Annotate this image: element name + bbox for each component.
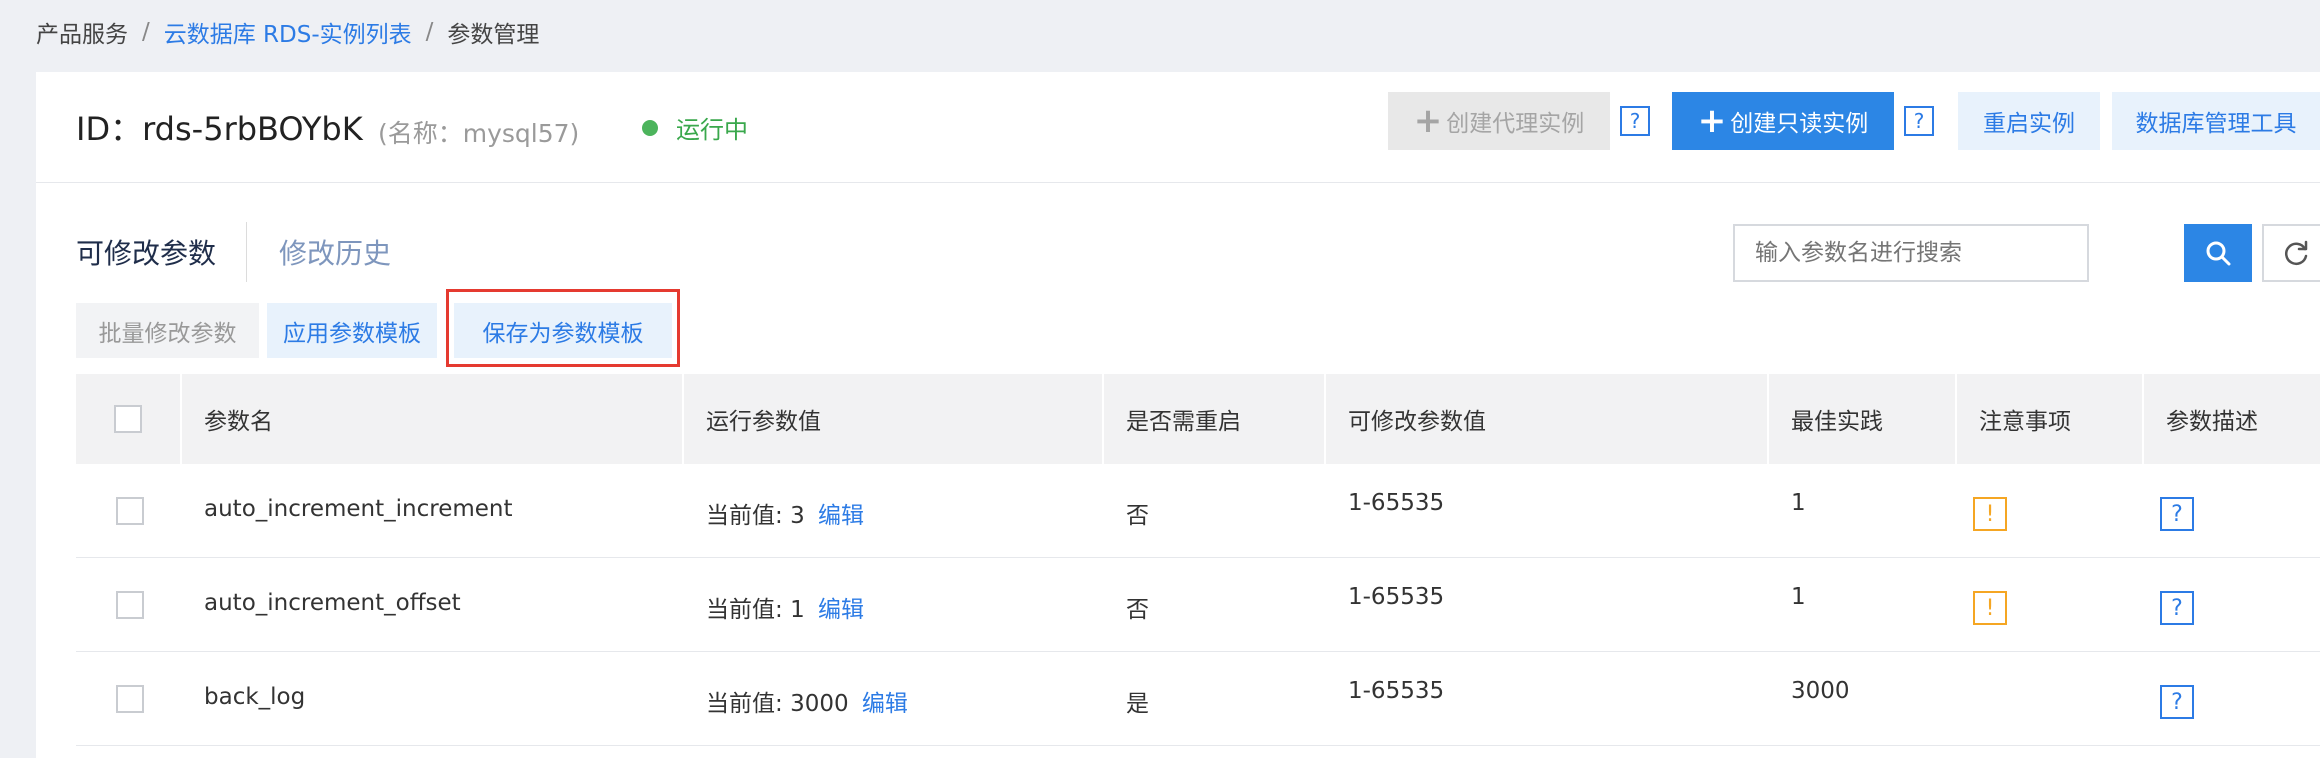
need-restart-value: 是 xyxy=(1126,691,1149,717)
apply-param-template-button[interactable]: 应用参数模板 xyxy=(267,303,437,358)
instance-name: (名称：mysql57) xyxy=(378,119,580,148)
best-practice-value: 1 xyxy=(1791,490,1806,516)
breadcrumb-separator: / xyxy=(425,19,434,45)
plus-icon: + xyxy=(1697,101,1727,141)
col-notice: 注意事项 xyxy=(1957,374,2144,464)
help-icon[interactable]: ? xyxy=(2160,685,2194,719)
run-value: 当前值: 3000 编辑 xyxy=(706,684,908,718)
db-management-tool-button[interactable]: 数据库管理工具 xyxy=(2112,92,2320,150)
param-search-input[interactable] xyxy=(1733,224,2089,282)
param-name: back_log xyxy=(204,684,306,710)
param-name: auto_increment_increment xyxy=(204,496,513,522)
instance-header: ID：rds-5rbBOYbK (名称：mysql57) 运行中 + 创建代理实… xyxy=(36,72,2320,183)
tab-editable-params[interactable]: 可修改参数 xyxy=(76,232,216,272)
help-icon[interactable]: ? xyxy=(2160,591,2194,625)
plus-icon: + xyxy=(1413,101,1443,141)
best-practice-value: 3000 xyxy=(1791,678,1850,704)
editable-range-value: 1-65535 xyxy=(1348,490,1445,516)
col-description: 参数描述 xyxy=(2166,409,2258,435)
tab-modify-history[interactable]: 修改历史 xyxy=(279,232,391,272)
select-all-checkbox[interactable] xyxy=(114,405,142,433)
run-value: 当前值: 3 编辑 xyxy=(706,496,864,530)
create-readonly-help-icon[interactable]: ? xyxy=(1904,106,1934,136)
editable-range-value: 1-65535 xyxy=(1348,678,1445,704)
batch-edit-params-button[interactable]: 批量修改参数 xyxy=(76,303,259,358)
breadcrumb: 产品服务 / 云数据库 RDS-实例列表 / 参数管理 xyxy=(36,14,539,50)
col-best-practice: 最佳实践 xyxy=(1769,374,1957,464)
col-need-restart: 是否需重启 xyxy=(1104,374,1326,464)
create-readonly-button[interactable]: + 创建只读实例 xyxy=(1672,92,1894,150)
search-icon xyxy=(2206,241,2231,266)
table-row: auto_increment_offset 当前值: 1 编辑 否 1-6553… xyxy=(76,558,2320,652)
best-practice-value: 1 xyxy=(1791,584,1806,610)
edit-link[interactable]: 编辑 xyxy=(862,691,908,717)
col-run-value: 运行参数值 xyxy=(684,374,1104,464)
create-readonly-label: 创建只读实例 xyxy=(1730,111,1869,137)
table-row: back_log 当前值: 3000 编辑 是 1-65535 3000 ? xyxy=(76,652,2320,746)
col-editable-range: 可修改参数值 xyxy=(1326,374,1769,464)
create-proxy-help-icon[interactable]: ? xyxy=(1620,106,1650,136)
current-value-prefix: 当前值: xyxy=(706,503,783,529)
editable-range-value: 1-65535 xyxy=(1348,584,1445,610)
need-restart-value: 否 xyxy=(1126,597,1149,623)
help-icon[interactable]: ? xyxy=(2160,497,2194,531)
refresh-icon xyxy=(2285,240,2308,266)
highlight-box xyxy=(446,289,680,367)
run-value: 当前值: 1 编辑 xyxy=(706,590,864,624)
current-value: 1 xyxy=(790,597,805,623)
edit-link[interactable]: 编辑 xyxy=(818,597,864,623)
breadcrumb-item-rds-list[interactable]: 云数据库 RDS-实例列表 xyxy=(164,15,412,49)
current-value: 3 xyxy=(790,503,805,529)
status-text: 运行中 xyxy=(676,116,748,144)
row-checkbox[interactable] xyxy=(116,497,144,525)
main-card: ID：rds-5rbBOYbK (名称：mysql57) 运行中 + 创建代理实… xyxy=(36,72,2320,758)
warning-icon[interactable]: ! xyxy=(1973,591,2007,625)
breadcrumb-separator: / xyxy=(142,19,150,45)
create-proxy-button[interactable]: + 创建代理实例 xyxy=(1388,92,1610,150)
instance-id: ID：rds-5rbBOYbK xyxy=(76,110,363,148)
current-value: 3000 xyxy=(790,691,849,717)
table-header: 参数名 运行参数值 是否需重启 可修改参数值 最佳实践 注意事项 参数描述 xyxy=(76,374,2320,464)
select-all-cell xyxy=(76,374,182,464)
restart-instance-button[interactable]: 重启实例 xyxy=(1958,92,2100,150)
row-checkbox[interactable] xyxy=(116,591,144,619)
breadcrumb-item-param-mgmt: 参数管理 xyxy=(447,22,540,48)
breadcrumb-item-products: 产品服务 xyxy=(36,22,128,48)
create-proxy-label: 创建代理实例 xyxy=(1446,111,1585,137)
status-dot-icon xyxy=(642,119,658,136)
warning-icon[interactable]: ! xyxy=(1973,497,2007,531)
search-button[interactable] xyxy=(2184,224,2252,282)
tab-divider xyxy=(246,222,247,282)
current-value-prefix: 当前值: xyxy=(706,597,783,623)
refresh-button[interactable] xyxy=(2262,224,2320,282)
current-value-prefix: 当前值: xyxy=(706,691,783,717)
instance-status: 运行中 xyxy=(642,110,748,145)
table-row: auto_increment_increment 当前值: 3 编辑 否 1-6… xyxy=(76,464,2320,558)
col-param-name: 参数名 xyxy=(182,374,684,464)
row-checkbox[interactable] xyxy=(116,685,144,713)
need-restart-value: 否 xyxy=(1126,503,1149,529)
edit-link[interactable]: 编辑 xyxy=(818,503,864,529)
param-name: auto_increment_offset xyxy=(204,590,461,616)
